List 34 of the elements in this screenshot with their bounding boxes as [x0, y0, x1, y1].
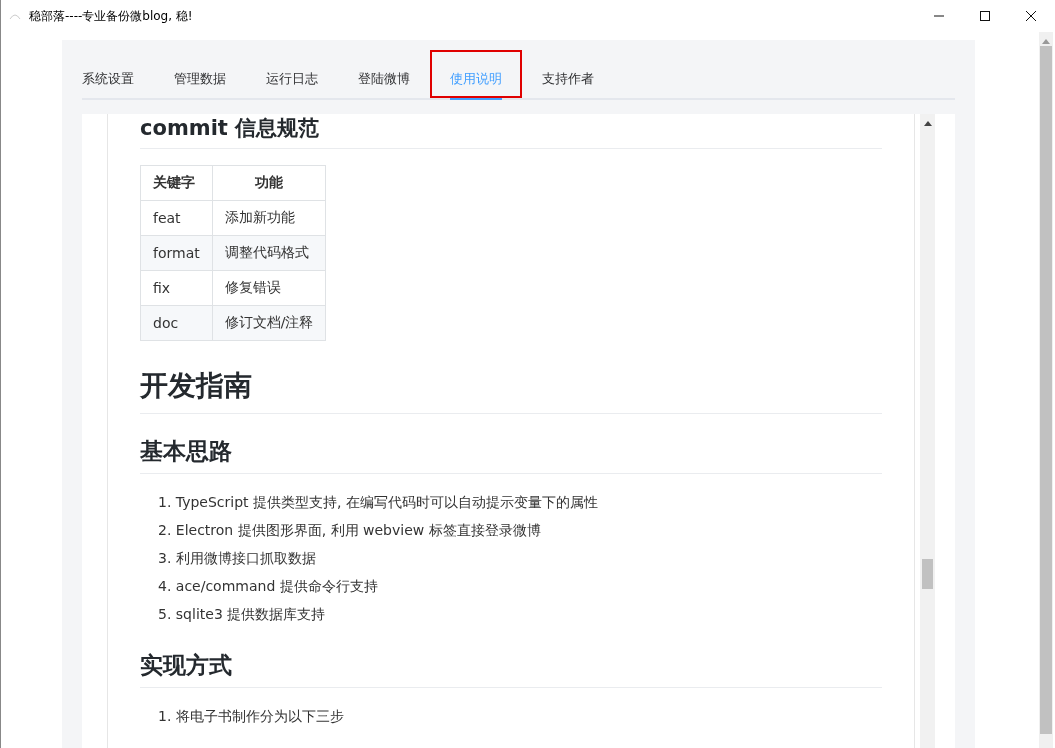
table-cell: feat: [140, 200, 213, 236]
scrollbar[interactable]: [920, 114, 935, 748]
list-item: 2. Electron 提供图形界面, 利用 webview 标签直接登录微博: [158, 521, 542, 540]
tab[interactable]: 支持作者: [542, 60, 594, 100]
app-icon: [9, 12, 21, 20]
column-header: 功能: [212, 165, 326, 201]
section-heading: 实现方式: [140, 650, 882, 688]
table-cell: 修订文档/注释: [212, 305, 326, 341]
table-cell: 添加新功能: [212, 200, 326, 236]
close-icon[interactable]: [1025, 10, 1037, 22]
section-heading: 基本思路: [140, 436, 882, 474]
scrollbar[interactable]: [1039, 32, 1053, 748]
scrollbar-thumb[interactable]: [1040, 46, 1052, 734]
list-item: 3. 利用微博接口抓取数据: [158, 549, 317, 568]
maximize-icon[interactable]: [979, 10, 991, 22]
section-heading: commit 信息规范: [140, 114, 882, 149]
table-cell: format: [140, 235, 213, 271]
list-item: 4. ace/command 提供命令行支持: [158, 577, 379, 596]
scrollbar-thumb[interactable]: [922, 559, 933, 589]
column-header: 关键字: [140, 165, 213, 201]
scroll-up-icon[interactable]: [923, 121, 932, 126]
table-cell: doc: [140, 305, 213, 341]
tab[interactable]: 运行日志: [266, 60, 318, 100]
chapter-heading: 开发指南: [140, 367, 882, 414]
tab[interactable]: 系统设置: [82, 60, 134, 100]
list-item: 1. 将电子书制作分为以下三步: [158, 707, 345, 726]
table-cell: 修复错误: [212, 270, 326, 306]
list-item: 1. TypeScript 提供类型支持, 在编写代码时可以自动提示变量下的属性: [158, 493, 599, 512]
window-title: 稳部落----专业备份微blog, 稳!: [29, 7, 193, 25]
table-cell: 调整代码格式: [212, 235, 326, 271]
list-item: 5. sqlite3 提供数据库支持: [158, 605, 327, 624]
tab[interactable]: 登陆微博: [358, 60, 410, 100]
table-cell: fix: [140, 270, 213, 306]
tab[interactable]: 管理数据: [174, 60, 226, 100]
